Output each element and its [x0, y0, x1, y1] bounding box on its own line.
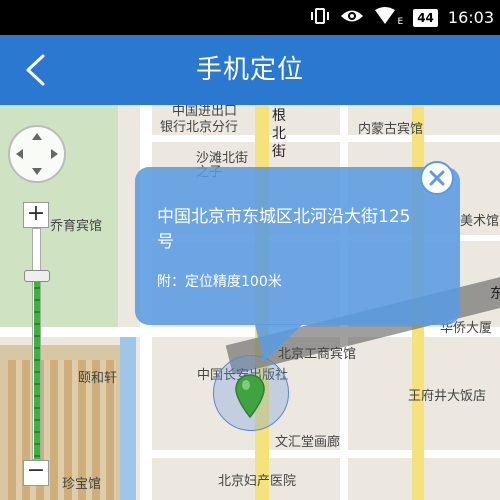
map-view[interactable]: 中国进出口 银行北京分行 内蒙古宾馆 根 北 街 沙滩北街 之子 乔育宾馆 中国… [0, 105, 500, 500]
popup-address: 中国北京市东城区北河沿大街125号 [157, 207, 411, 252]
zoom-slider-handle[interactable] [24, 270, 50, 282]
popup-close-button[interactable] [420, 161, 454, 195]
zoom-out-button[interactable]: − [23, 460, 49, 486]
poi-label: 文汇堂画廊 [275, 435, 341, 450]
poi-label: 北 [272, 126, 286, 142]
popup-pointer [255, 324, 303, 362]
battery-indicator: 44 [413, 8, 438, 27]
map-pan-control[interactable] [8, 125, 66, 183]
status-icons: E 44 16:03 [310, 0, 494, 35]
map-moat [120, 330, 136, 500]
poi-label: 乔育宾馆 [50, 219, 103, 234]
zoom-slider-fill [34, 277, 40, 459]
poi-label: 美术馆 [460, 214, 500, 229]
network-type-label: E [397, 16, 404, 27]
location-info-popup: 中国北京市东城区北河沿大街125号 附：定位精度100米 [135, 161, 460, 325]
poi-label: 内蒙古宾馆 [358, 122, 424, 137]
poi-label: 颐和轩 [78, 371, 118, 386]
map-road [150, 135, 500, 142]
poi-label: 根 [272, 108, 286, 124]
status-time: 16:03 [447, 8, 494, 27]
title-bar: 手机定位 [0, 35, 500, 105]
map-road [150, 450, 500, 458]
poi-label: 王府井大饭店 [408, 389, 487, 404]
status-bar: E 44 16:03 [0, 0, 500, 35]
location-pin-icon[interactable] [234, 373, 266, 419]
page-title: 手机定位 [195, 55, 304, 85]
poi-label: 北京妇产医院 [218, 474, 297, 489]
poi-label: 银行北京分行 [160, 120, 239, 135]
poi-label: 街 [272, 144, 286, 160]
eye-icon [340, 8, 364, 28]
wifi-icon [374, 6, 396, 29]
close-icon [429, 170, 445, 186]
popup-accuracy: 附：定位精度100米 [157, 274, 282, 290]
vibrate-icon [310, 7, 330, 29]
poi-label: 珍宝馆 [62, 477, 102, 492]
map-road [0, 327, 500, 337]
zoom-in-button[interactable]: + [23, 202, 49, 228]
pan-arrows-icon [16, 133, 58, 175]
poi-label: 东 [490, 286, 500, 302]
zoom-slider-track[interactable] [32, 228, 41, 460]
